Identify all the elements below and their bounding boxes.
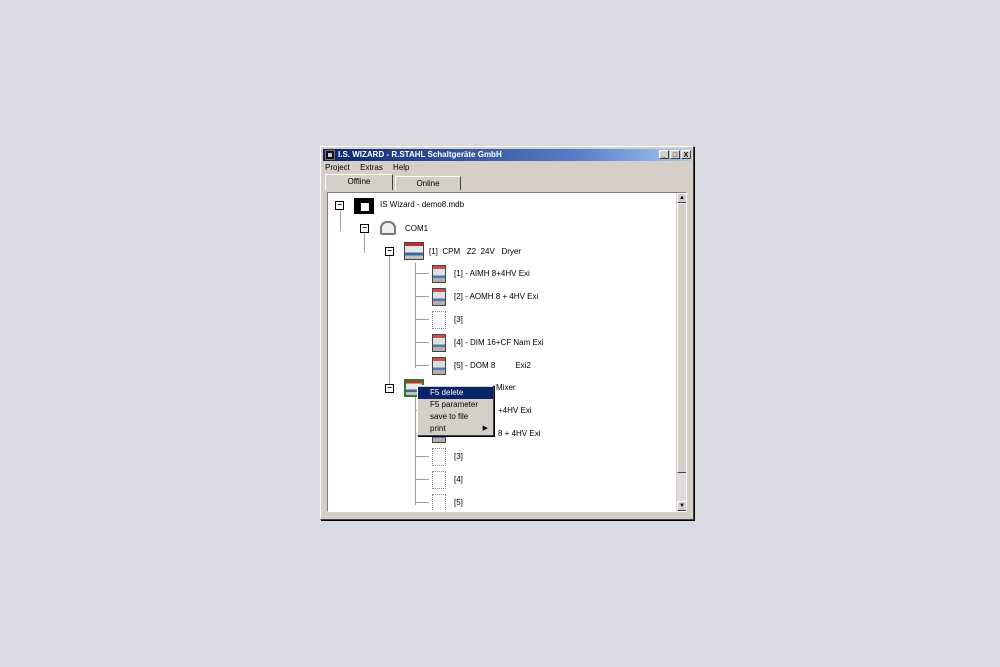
cpm-module-icon [404, 242, 424, 260]
tree-item-label[interactable]: [5] [454, 498, 463, 508]
empty-slot-icon [432, 494, 446, 511]
io-module-icon [432, 357, 446, 375]
title-bar[interactable]: I.S. WIZARD - R.STAHL Schaltgeräte GmbH … [323, 149, 691, 161]
window-title: I.S. WIZARD - R.STAHL Schaltgeräte GmbH [338, 150, 502, 159]
tree-line [415, 319, 429, 320]
maximize-button[interactable]: □ [670, 150, 680, 159]
tree-item-label[interactable]: +4HV Exi [498, 406, 532, 416]
scroll-thumb[interactable] [677, 203, 686, 473]
io-module-icon [432, 265, 446, 283]
tree-item-label[interactable]: [4] - DIM 16+CF Nam Exi [454, 338, 544, 348]
collapse-toggle-root[interactable]: − [335, 201, 344, 210]
tab-offline[interactable]: Offline [325, 174, 393, 190]
context-item-print-label: print [430, 424, 446, 433]
main-window: I.S. WIZARD - R.STAHL Schaltgeräte GmbH … [320, 146, 694, 520]
tree-com1-label[interactable]: COM1 [405, 224, 428, 234]
menu-bar: Project Extras Help [325, 162, 418, 174]
tree-line [415, 273, 429, 274]
device-tree: − IS Wizard - demo8.mdb − COM1 − [1] CPM… [328, 193, 677, 511]
tree-line [415, 296, 429, 297]
context-item-save[interactable]: save to file [418, 411, 493, 423]
context-item-delete[interactable]: F5 delete [418, 387, 493, 399]
scroll-up-button[interactable]: ▲ [677, 193, 686, 203]
tree-item-label[interactable]: [3] [454, 452, 463, 462]
minimize-button[interactable]: _ [659, 150, 669, 159]
tree-line [415, 263, 416, 368]
tab-online[interactable]: Online [395, 176, 461, 190]
menu-extras[interactable]: Extras [360, 163, 383, 172]
tree-line [340, 211, 341, 231]
tree-line [415, 342, 429, 343]
tree-item-label[interactable]: [5] - DOM 8 Exi2 [454, 361, 531, 371]
scroll-down-button[interactable]: ▼ [677, 501, 686, 511]
collapse-toggle-cpm1[interactable]: − [385, 247, 394, 256]
tree-root-label[interactable]: IS Wizard - demo8.mdb [380, 200, 464, 210]
tree-item-label[interactable]: [2] - AOMH 8 + 4HV Exi [454, 292, 538, 302]
app-icon [325, 150, 335, 160]
is-wizard-logo-icon [354, 198, 374, 214]
close-button[interactable]: X [681, 150, 691, 159]
empty-slot-icon [432, 471, 446, 489]
context-item-print[interactable]: print ▶ [418, 423, 493, 435]
io-module-icon [432, 288, 446, 306]
tree-line [415, 502, 429, 503]
serial-port-icon [380, 221, 396, 235]
tree-line [415, 365, 429, 366]
context-item-parameter[interactable]: F5 parameter [418, 399, 493, 411]
submenu-arrow-icon: ▶ [482, 425, 488, 432]
empty-slot-icon [432, 448, 446, 466]
tree-panel: − IS Wizard - demo8.mdb − COM1 − [1] CPM… [327, 192, 687, 512]
menu-help[interactable]: Help [393, 163, 409, 172]
collapse-toggle-cpm2[interactable]: − [385, 384, 394, 393]
tree-item-label[interactable]: [1] - AIMH 8+4HV Exi [454, 269, 530, 279]
tree-item-label[interactable]: [4] [454, 475, 463, 485]
menu-project[interactable]: Project [325, 163, 350, 172]
io-module-icon [432, 334, 446, 352]
empty-slot-icon [432, 311, 446, 329]
tree-line [415, 456, 429, 457]
tree-cpm1-label[interactable]: [1] CPM Z2 24V Dryer [429, 247, 521, 257]
tree-line [415, 479, 429, 480]
tree-line [389, 256, 390, 391]
tree-item-label[interactable]: [3] [454, 315, 463, 325]
tree-line [364, 233, 365, 253]
collapse-toggle-com1[interactable]: − [360, 224, 369, 233]
tree-cpm2-label[interactable]: Mixer [496, 383, 516, 393]
context-menu: F5 delete F5 parameter save to file prin… [417, 385, 494, 436]
vertical-scrollbar[interactable]: ▲ ▼ [676, 193, 686, 511]
tree-item-label[interactable]: 8 + 4HV Exi [498, 429, 540, 439]
